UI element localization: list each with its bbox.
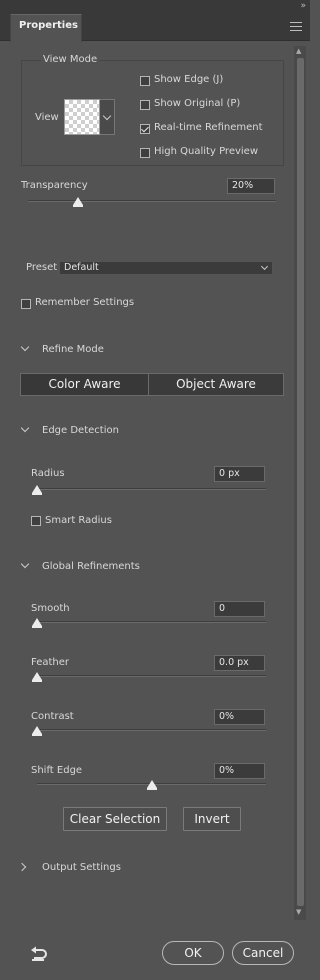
contrast-slider-handle[interactable] bbox=[32, 726, 42, 736]
feather-slider-handle[interactable] bbox=[32, 672, 42, 682]
shift-edge-slider-handle[interactable] bbox=[146, 780, 157, 790]
global-refinements-chevron-icon[interactable] bbox=[20, 559, 30, 569]
shift-edge-label: Shift Edge bbox=[31, 765, 83, 776]
collapse-panel-icon[interactable]: » bbox=[300, 1, 305, 11]
realtime-refinement-label: Real-time Refinement bbox=[154, 122, 263, 133]
shift-edge-input[interactable]: 0% bbox=[214, 763, 265, 779]
show-edge-checkbox[interactable] bbox=[140, 76, 150, 86]
contrast-slider[interactable] bbox=[37, 729, 266, 731]
reset-icon[interactable] bbox=[30, 946, 48, 962]
remember-settings-label: Remember Settings bbox=[35, 297, 135, 308]
high-quality-preview-label: High Quality Preview bbox=[154, 146, 258, 157]
edge-detection-title[interactable]: Edge Detection bbox=[42, 425, 119, 436]
panel-top-strip bbox=[0, 0, 310, 14]
edge-detection-chevron-icon[interactable] bbox=[20, 423, 30, 433]
remember-settings-checkbox[interactable] bbox=[21, 299, 31, 309]
show-original-label: Show Original (P) bbox=[154, 98, 241, 109]
smooth-slider[interactable] bbox=[37, 621, 266, 623]
refine-mode-chevron-icon[interactable] bbox=[20, 342, 30, 352]
scroll-up-arrow-icon[interactable]: ▲ bbox=[296, 47, 301, 55]
show-original-checkbox[interactable] bbox=[140, 100, 150, 110]
smooth-input[interactable]: 0 bbox=[214, 601, 265, 617]
preset-value: Default bbox=[64, 262, 99, 273]
show-edge-label: Show Edge (J) bbox=[154, 74, 224, 85]
transparency-label: Transparency bbox=[21, 180, 88, 191]
transparency-input[interactable]: 20% bbox=[227, 178, 275, 194]
high-quality-preview-checkbox[interactable] bbox=[140, 148, 150, 158]
contrast-label: Contrast bbox=[31, 711, 74, 722]
chevron-down-icon bbox=[260, 262, 269, 271]
view-label: View bbox=[35, 112, 59, 123]
output-settings-title[interactable]: Output Settings bbox=[42, 862, 121, 873]
feather-label: Feather bbox=[31, 657, 70, 668]
invert-button[interactable]: Invert bbox=[183, 807, 241, 831]
scrollbar-thumb[interactable] bbox=[297, 58, 304, 906]
scroll-down-arrow-icon[interactable]: ▼ bbox=[296, 908, 301, 916]
smart-radius-label: Smart Radius bbox=[45, 515, 112, 526]
preset-label: Preset bbox=[26, 262, 58, 273]
contrast-input[interactable]: 0% bbox=[214, 709, 265, 725]
smart-radius-checkbox[interactable] bbox=[31, 516, 41, 526]
smooth-slider-handle[interactable] bbox=[32, 618, 42, 628]
preset-select[interactable]: Default bbox=[59, 261, 273, 275]
realtime-refinement-checkbox[interactable] bbox=[140, 124, 150, 134]
transparency-slider[interactable] bbox=[28, 200, 276, 202]
radius-slider[interactable] bbox=[37, 488, 266, 490]
output-settings-chevron-icon[interactable] bbox=[17, 862, 27, 872]
radius-input[interactable]: 0 px bbox=[214, 466, 265, 482]
smooth-label: Smooth bbox=[31, 603, 70, 614]
ok-button[interactable]: OK bbox=[162, 941, 224, 965]
feather-input[interactable]: 0.0 px bbox=[214, 655, 265, 671]
cancel-button[interactable]: Cancel bbox=[232, 941, 294, 965]
view-mode-thumbnail[interactable] bbox=[64, 99, 100, 135]
transparency-slider-handle[interactable] bbox=[72, 197, 83, 207]
radius-slider-handle[interactable] bbox=[32, 485, 42, 495]
clear-selection-button[interactable]: Clear Selection bbox=[63, 807, 167, 831]
tab-properties-label: Properties bbox=[19, 20, 78, 31]
chevron-down-icon bbox=[102, 111, 112, 121]
radius-label: Radius bbox=[31, 468, 65, 479]
color-aware-button[interactable]: Color Aware bbox=[21, 374, 148, 395]
feather-slider[interactable] bbox=[37, 675, 266, 677]
view-mode-title: View Mode bbox=[41, 54, 100, 65]
view-mode-dropdown[interactable] bbox=[100, 99, 115, 135]
object-aware-button[interactable]: Object Aware bbox=[149, 374, 283, 395]
refine-mode-title[interactable]: Refine Mode bbox=[42, 344, 104, 355]
global-refinements-title[interactable]: Global Refinements bbox=[42, 561, 140, 572]
panel-menu-icon[interactable] bbox=[290, 22, 302, 32]
